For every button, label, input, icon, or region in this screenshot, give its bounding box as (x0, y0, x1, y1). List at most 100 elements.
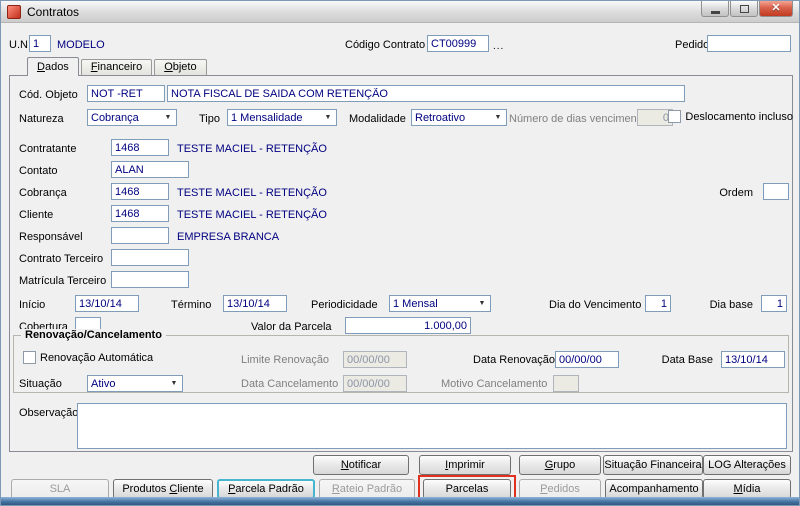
responsavel-code-field[interactable] (111, 227, 169, 244)
log-alteracoes-button[interactable]: LOG Alterações (703, 455, 791, 475)
cliente-name: TESTE MACIEL - RETENÇÃO (177, 209, 327, 221)
deslocamento-incluso-checkbox[interactable] (668, 110, 682, 123)
cobranca-label: Cobrança (19, 187, 67, 199)
chevron-down-icon: ▼ (170, 380, 178, 387)
notificar-button[interactable]: Notificar (313, 455, 409, 475)
situacao-label: Situação (19, 378, 62, 390)
contratante-name: TESTE MACIEL - RETENÇÃO (177, 143, 327, 155)
responsavel-label: Responsável (19, 231, 83, 243)
tipo-select[interactable]: 1 Mensalidade ▼ (227, 109, 337, 126)
codigo-contrato-field[interactable] (427, 35, 489, 52)
contato-field[interactable] (111, 161, 189, 178)
contratos-window: Contratos ✕ U.N. MODELO Código Contrato … (0, 0, 800, 506)
dia-vencimento-label: Dia do Vencimento (549, 299, 642, 311)
motivo-cancelamento-label: Motivo Cancelamento (441, 378, 548, 390)
contratante-code-field[interactable] (111, 139, 169, 156)
valor-parcela-label: Valor da Parcela (251, 321, 332, 333)
sla-button: SLA (11, 479, 109, 499)
observacao-textarea[interactable] (77, 403, 787, 449)
rateio-padrao-button: Rateio Padrão (319, 479, 415, 499)
pedido-label: Pedido (675, 39, 710, 51)
periodicidade-value: 1 Mensal (393, 298, 438, 310)
codigo-contrato-label: Código Contrato (345, 39, 426, 51)
grupo-button[interactable]: Grupo (519, 455, 601, 475)
dia-base-field[interactable] (761, 295, 787, 312)
tab-financeiro[interactable]: Financeiro (80, 59, 153, 75)
cobranca-name: TESTE MACIEL - RETENÇÃO (177, 187, 327, 199)
dia-vencimento-field[interactable] (645, 295, 671, 312)
modalidade-label: Modalidade (349, 113, 406, 125)
renovacao-automatica-label: Renovação Automática (40, 351, 154, 364)
renovacao-automatica-group: Renovação Automática (23, 351, 153, 364)
periodicidade-label: Periodicidade (311, 299, 378, 311)
midia-button[interactable]: Mídia (703, 479, 791, 499)
responsavel-name: EMPRESA BRANCA (177, 231, 280, 243)
contratante-label: Contratante (19, 143, 77, 155)
maximize-icon (739, 4, 749, 13)
natureza-label: Natureza (19, 113, 64, 125)
cobranca-code-field[interactable] (111, 183, 169, 200)
cod-objeto-code-field[interactable] (87, 85, 165, 102)
parcela-padrao-button[interactable]: Parcela Padrão (217, 479, 315, 499)
ordem-field[interactable] (763, 183, 789, 200)
inicio-field[interactable] (75, 295, 139, 312)
renovacao-automatica-checkbox[interactable] (23, 351, 36, 364)
window-bottom-border (1, 497, 799, 505)
chevron-down-icon: ▼ (324, 114, 332, 121)
natureza-value: Cobrança (91, 112, 139, 124)
un-field[interactable] (29, 35, 51, 52)
data-renovacao-field[interactable] (555, 351, 619, 368)
dia-base-label: Dia base (709, 299, 753, 311)
app-icon (7, 5, 21, 19)
termino-label: Término (171, 299, 212, 311)
inicio-label: Início (19, 299, 46, 311)
modalidade-value: Retroativo (415, 112, 466, 124)
pedido-field[interactable] (707, 35, 791, 52)
observacao-label: Observação (19, 407, 79, 419)
termino-field[interactable] (223, 295, 287, 312)
imprimir-button[interactable]: Imprimir (419, 455, 511, 475)
data-cancelamento-field (343, 375, 407, 392)
caption-buttons: ✕ (701, 1, 793, 17)
matricula-terceiro-field[interactable] (111, 271, 189, 288)
chevron-down-icon: ▼ (494, 114, 502, 121)
limite-renovacao-field (343, 351, 407, 368)
tab-bar: Dados Financeiro Objeto (27, 57, 209, 76)
data-cancelamento-label: Data Cancelamento (241, 378, 339, 390)
cod-objeto-label: Cód. Objeto (19, 89, 78, 101)
modalidade-select[interactable]: Retroativo ▼ (411, 109, 507, 126)
un-description: MODELO (57, 39, 105, 51)
matricula-terceiro-label: Matrícula Terceiro (19, 275, 107, 287)
periodicidade-select[interactable]: 1 Mensal ▼ (389, 295, 491, 312)
valor-parcela-field[interactable] (345, 317, 471, 334)
cliente-label: Cliente (19, 209, 54, 221)
minimize-button[interactable] (701, 1, 729, 17)
situacao-select[interactable]: Ativo ▼ (87, 375, 183, 392)
produtos-cliente-button[interactable]: Produtos Cliente (113, 479, 213, 499)
title-bar: Contratos ✕ (1, 1, 799, 23)
un-label: U.N. (9, 39, 31, 51)
window-title: Contratos (27, 5, 80, 19)
tipo-value: 1 Mensalidade (231, 112, 303, 124)
codigo-contrato-lookup-button[interactable]: ... (493, 41, 504, 52)
contrato-terceiro-label: Contrato Terceiro (19, 253, 104, 265)
deslocamento-incluso-label: Deslocamento incluso (685, 110, 793, 123)
contrato-terceiro-field[interactable] (111, 249, 189, 266)
situacao-financeira-button[interactable]: Situação Financeira (603, 455, 703, 475)
acompanhamento-button[interactable]: Acompanhamento (605, 479, 703, 499)
contato-label: Contato (19, 165, 58, 177)
cliente-code-field[interactable] (111, 205, 169, 222)
tab-objeto[interactable]: Objeto (154, 59, 207, 75)
minimize-icon (710, 10, 720, 14)
chevron-down-icon: ▼ (164, 114, 172, 121)
cod-objeto-desc-field[interactable] (167, 85, 685, 102)
data-base-label: Data Base (661, 354, 713, 366)
renovacao-group-title: Renovação/Cancelamento (21, 329, 166, 341)
natureza-select[interactable]: Cobrança ▼ (87, 109, 177, 126)
close-button[interactable]: ✕ (759, 1, 793, 17)
tab-dados[interactable]: Dados (27, 57, 79, 76)
data-base-field[interactable] (721, 351, 785, 368)
ordem-label: Ordem (719, 187, 753, 199)
maximize-button[interactable] (730, 1, 758, 17)
motivo-cancelamento-field (553, 375, 579, 392)
